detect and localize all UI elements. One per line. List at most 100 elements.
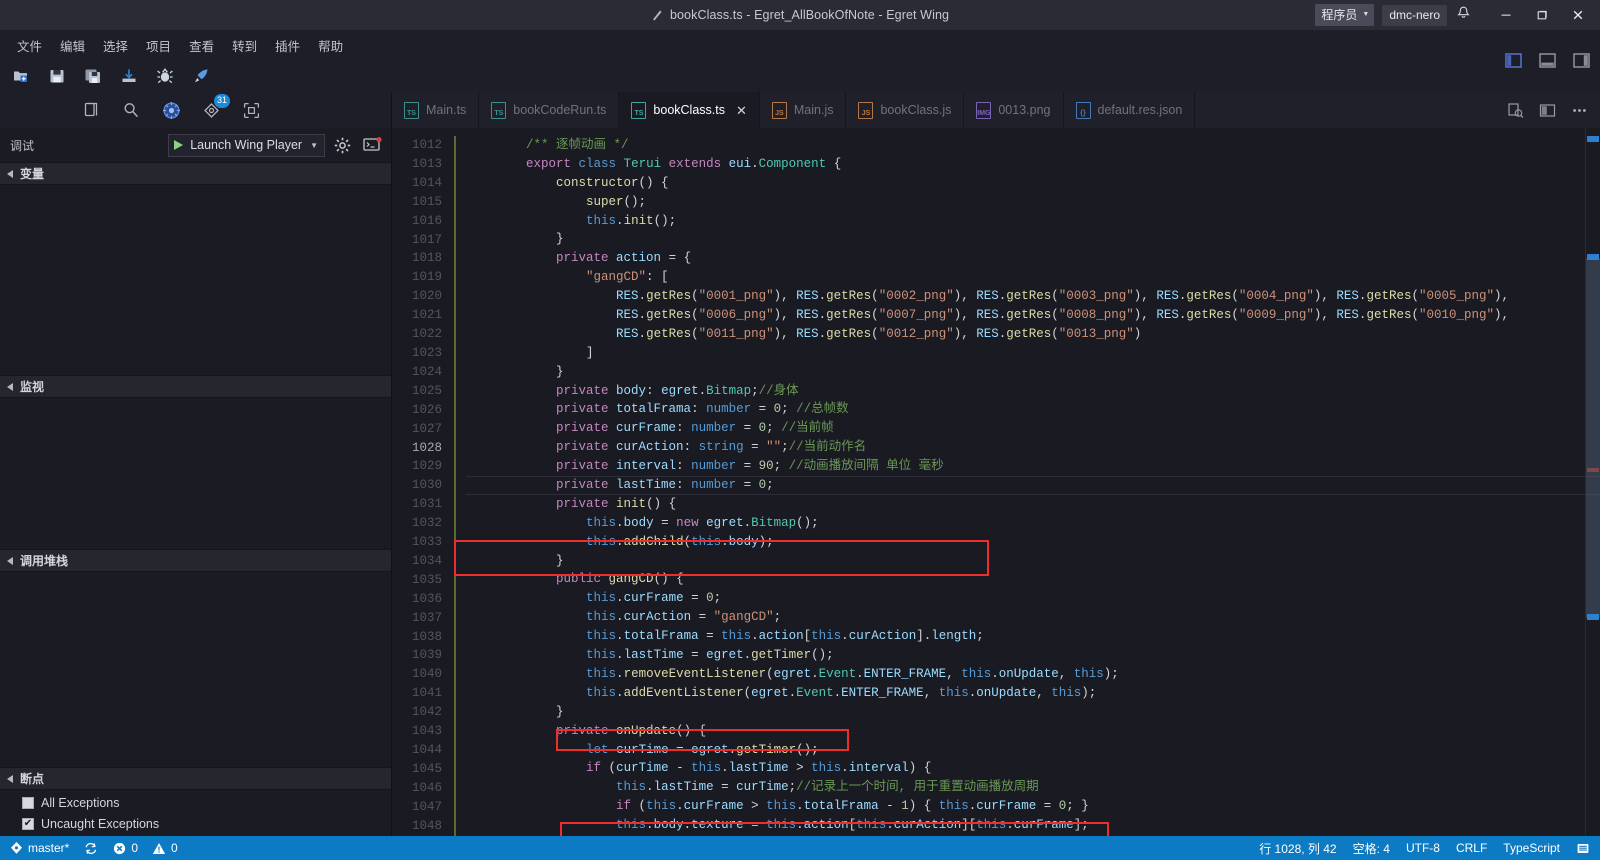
code-editor[interactable]: 1012 1013 1014 1015 1016 1017 1018 1019 1020 1021… — [392, 128, 1600, 836]
code-line[interactable]: this.addChild(this.body); — [466, 533, 1600, 552]
editor-tab-0013-png[interactable]: IMG 0013.png — [964, 92, 1064, 128]
save-all-icon[interactable] — [80, 64, 106, 88]
menu-item-plugins[interactable]: 插件 — [266, 32, 309, 59]
watch-pane[interactable] — [0, 398, 391, 549]
menu-item-view[interactable]: 查看 — [180, 32, 223, 59]
code-line[interactable]: ] — [466, 344, 1600, 363]
code-line[interactable]: private curAction: string = "";//当前动作名 — [466, 438, 1600, 457]
code-line[interactable]: this.removeEventListener(egret.Event.ENT… — [466, 665, 1600, 684]
status-cursor-position[interactable]: 行 1028, 列 42 — [1259, 840, 1336, 857]
code-line[interactable]: this.curAction = "gangCD"; — [466, 608, 1600, 627]
play-icon[interactable] — [174, 140, 184, 150]
code-line[interactable]: public gangCD() { — [466, 570, 1600, 589]
launch-config-dropdown[interactable]: Launch Wing Player ▼ — [168, 133, 325, 157]
debug-bug-icon[interactable] — [152, 64, 178, 88]
editor-vertical-scrollbar[interactable] — [1586, 128, 1600, 836]
maximize-button[interactable] — [1524, 0, 1560, 30]
status-eol[interactable]: CRLF — [1456, 841, 1487, 855]
extensions-icon[interactable] — [239, 98, 263, 122]
status-warnings[interactable]: 0 — [152, 841, 178, 855]
code-line[interactable]: this.body.texture = this.action[this.cur… — [466, 816, 1600, 835]
code-line[interactable]: if (this.curFrame > this.totalFrama - 1)… — [466, 797, 1600, 816]
launch-rocket-icon[interactable] — [188, 64, 214, 88]
user-role-dropdown[interactable]: 程序员 ▼ — [1315, 4, 1375, 26]
code-line[interactable]: this.addEventListener(egret.Event.ENTER_… — [466, 684, 1600, 703]
code-line[interactable]: private lastTime: number = 0; — [466, 476, 1600, 495]
code-line[interactable]: } — [466, 552, 1600, 571]
host-badge[interactable]: dmc-nero — [1382, 4, 1447, 26]
callstack-pane[interactable] — [0, 572, 391, 767]
section-header-breakpoints[interactable]: 断点 — [0, 767, 391, 790]
code-line[interactable]: } — [466, 363, 1600, 382]
code-line[interactable]: private onUpdate() { — [466, 722, 1600, 741]
code-line[interactable]: private totalFrama: number = 0; //总帧数 — [466, 400, 1600, 419]
editor-tab-bookcoderun-ts[interactable]: TS bookCodeRun.ts — [479, 92, 620, 128]
toggle-panel-icon[interactable] — [1534, 48, 1560, 72]
code-line[interactable]: this.body = new egret.Bitmap(); — [466, 514, 1600, 533]
close-icon[interactable]: ✕ — [736, 104, 747, 117]
code-line[interactable]: RES.getRes("0006_png"), RES.getRes("0007… — [466, 306, 1600, 325]
editor-tab-main-js[interactable]: JS Main.js — [759, 92, 847, 128]
code-line[interactable]: let curTime = egret.getTimer(); — [466, 741, 1600, 760]
menu-item-select[interactable]: 选择 — [94, 32, 137, 59]
status-encoding[interactable]: UTF-8 — [1406, 841, 1440, 855]
explorer-files-icon[interactable] — [79, 98, 103, 122]
code-line[interactable]: super(); — [466, 193, 1600, 212]
section-header-watch[interactable]: 监视 — [0, 375, 391, 398]
code-content[interactable]: /** 逐帧动画 */ export class Terui extends e… — [460, 128, 1600, 836]
close-button[interactable] — [1560, 0, 1596, 30]
code-line[interactable]: private body: egret.Bitmap;//身体 — [466, 382, 1600, 401]
menu-item-file[interactable]: 文件 — [8, 32, 51, 59]
code-fold-rail[interactable] — [452, 128, 460, 836]
minimize-button[interactable] — [1488, 0, 1524, 30]
menu-item-project[interactable]: 项目 — [137, 32, 180, 59]
breakpoint-row-uncaught-exceptions[interactable]: ✔ Uncaught Exceptions — [0, 813, 391, 834]
scrollbar-thumb[interactable] — [1586, 258, 1600, 618]
menu-item-edit[interactable]: 编辑 — [51, 32, 94, 59]
debug-console-icon[interactable] — [359, 132, 385, 158]
code-line[interactable]: RES.getRes("0011_png"), RES.getRes("0012… — [466, 325, 1600, 344]
code-line[interactable]: RES.getRes("0001_png"), RES.getRes("0002… — [466, 287, 1600, 306]
editor-tab-bookclass-js[interactable]: JS bookClass.js — [846, 92, 965, 128]
code-line[interactable]: this.totalFrama = this.action[this.curAc… — [466, 627, 1600, 646]
open-changes-icon[interactable] — [1504, 99, 1526, 121]
gear-icon[interactable] — [329, 132, 355, 158]
section-header-variables[interactable]: 变量 — [0, 162, 391, 185]
toggle-right-sidebar-icon[interactable] — [1568, 48, 1594, 72]
import-icon[interactable] — [116, 64, 142, 88]
new-file-icon[interactable] — [8, 64, 34, 88]
search-icon[interactable] — [119, 98, 143, 122]
code-line[interactable]: constructor() { — [466, 174, 1600, 193]
status-sync[interactable] — [83, 842, 99, 855]
section-header-callstack[interactable]: 调用堆栈 — [0, 549, 391, 572]
source-control-icon[interactable]: 31 — [199, 94, 230, 122]
variables-pane[interactable] — [0, 185, 391, 375]
debug-icon[interactable] — [159, 98, 183, 122]
code-line[interactable]: private action = { — [466, 249, 1600, 268]
editor-tab-main-ts[interactable]: TS Main.ts — [392, 92, 480, 128]
code-line[interactable]: private init() { — [466, 495, 1600, 514]
split-editor-icon[interactable] — [1536, 99, 1558, 121]
code-line[interactable]: this.init(); — [466, 212, 1600, 231]
status-language-mode[interactable]: TypeScript — [1503, 841, 1560, 855]
code-line[interactable]: this.curFrame++; — [466, 835, 1600, 836]
breakpoint-row-all-exceptions[interactable]: All Exceptions — [0, 792, 391, 813]
code-line[interactable]: this.lastTime = curTime;//记录上一个时间, 用于重置动… — [466, 778, 1600, 797]
checkbox-uncaught-exceptions[interactable]: ✔ — [22, 817, 34, 830]
code-line[interactable]: if (curTime - this.lastTime > this.inter… — [466, 759, 1600, 778]
code-line[interactable]: "gangCD": [ — [466, 268, 1600, 287]
code-line[interactable]: /** 逐帧动画 */ — [466, 136, 1600, 155]
code-line[interactable]: private curFrame: number = 0; //当前帧 — [466, 419, 1600, 438]
bell-icon[interactable] — [1457, 6, 1470, 25]
menu-item-help[interactable]: 帮助 — [309, 32, 352, 59]
code-line[interactable]: private interval: number = 90; //动画播放间隔 … — [466, 457, 1600, 476]
editor-tab-default-res-json[interactable]: {} default.res.json — [1063, 92, 1196, 128]
code-line[interactable]: this.curFrame = 0; — [466, 589, 1600, 608]
editor-tab-bookclass-ts[interactable]: TS bookClass.ts ✕ — [619, 92, 760, 128]
save-icon[interactable] — [44, 64, 70, 88]
toggle-sidebar-icon[interactable] — [1500, 48, 1526, 72]
status-indentation[interactable]: 空格: 4 — [1353, 840, 1390, 857]
notifications-bell-icon[interactable] — [1576, 842, 1590, 855]
status-errors[interactable]: 0 — [113, 841, 138, 855]
checkbox-all-exceptions[interactable] — [22, 796, 34, 809]
